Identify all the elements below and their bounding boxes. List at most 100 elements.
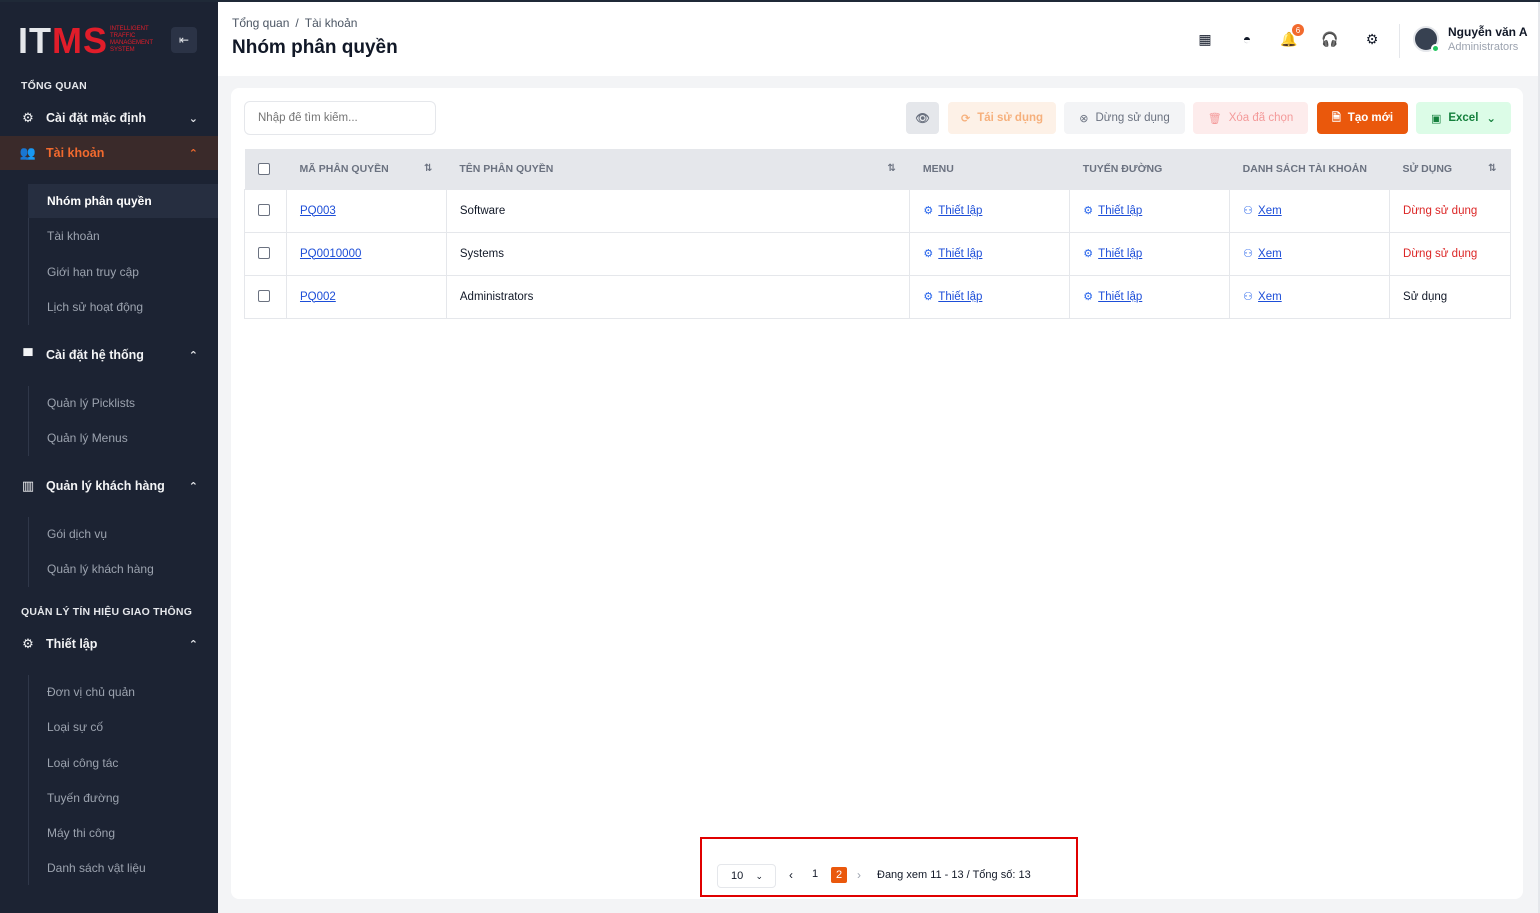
content-card: 👁 ⟳ Tái sử dụng ⊗ Dừng sử dụng 🗑 Xóa đã chọ… [231, 88, 1523, 899]
column-header-menu: MENU [910, 149, 1070, 189]
sidebar-subitem-incident-types[interactable]: Loại sự cố [28, 710, 218, 744]
top-header: Tổng quan / Tài khoản Nhóm phân quyền ▦ ◓ … [218, 2, 1538, 76]
sidebar-subitem-activity-history[interactable]: Lịch sử hoạt động [28, 290, 218, 324]
stop-using-button-label: Dừng sử dụng [1095, 112, 1170, 124]
chevron-up-icon: ⌃ [188, 349, 198, 362]
building-icon: ▥ [21, 478, 35, 493]
excel-icon: ▣ [1430, 112, 1442, 125]
status-text: Dừng sử dụng [1403, 204, 1478, 217]
sidebar-subitem-construction-machines[interactable]: Máy thi công [28, 816, 218, 850]
sidebar-item-label: Thiết lập [46, 637, 98, 651]
route-cell: ⚙ Thiết lập [1069, 189, 1231, 232]
pagination-info: Đang xem 11 - 13 / Tổng số: 13 [877, 869, 1031, 881]
column-header-accounts: DANH SÁCH TÀI KHOẢN [1230, 149, 1390, 189]
permission-code-link[interactable]: PQ002 [300, 291, 336, 303]
view-accounts-link[interactable]: Xem [1258, 248, 1282, 260]
row-checkbox[interactable] [258, 204, 270, 217]
view-accounts-link[interactable]: Xem [1258, 205, 1282, 217]
breadcrumb-item-accounts[interactable]: Tài khoản [305, 16, 358, 30]
sidebar-subitem-materials[interactable]: Danh sách vật liệu [28, 851, 218, 885]
sort-icon[interactable]: ⇅ [888, 163, 896, 174]
permission-groups-table: MÃ PHÂN QUYỀN ⇅ TÊN PHÂN QUYỀN ⇅ MENU TUYẾ… [244, 149, 1511, 319]
status-text: Sử dụng [1403, 290, 1448, 303]
dashboard-gauge-icon[interactable]: ◓ [1238, 30, 1256, 48]
breadcrumb-item-overview[interactable]: Tổng quan [232, 16, 289, 30]
headset-icon[interactable]: 🎧 [1321, 30, 1339, 48]
circle-x-icon: ⊗ [1079, 112, 1089, 125]
user-role: Administrators [1448, 41, 1519, 53]
chevron-left-icon[interactable]: ‹ [789, 868, 793, 882]
accounts-cell: ⚇ Xem [1229, 275, 1391, 318]
sidebar-subitem-work-types[interactable]: Loại công tác [28, 746, 218, 780]
avatar[interactable] [1413, 26, 1440, 53]
reuse-button-label: Tái sử dụng [977, 112, 1044, 124]
sidebar-subitem-owner-units[interactable]: Đơn vị chủ quản [28, 675, 218, 709]
route-setup-link[interactable]: Thiết lập [1098, 291, 1142, 303]
grid-apps-icon[interactable]: ▦ [1196, 30, 1214, 48]
route-setup-link[interactable]: Thiết lập [1098, 205, 1142, 217]
row-checkbox[interactable] [258, 247, 270, 260]
menu-setup-link[interactable]: Thiết lập [938, 291, 982, 303]
code-cell: PQ0010000 [286, 232, 447, 275]
sidebar-subitem-access-limits[interactable]: Giới hạn truy cập [28, 255, 218, 289]
sidebar: ITMS INTELLIGENT TRAFFIC MANAGEMENT SYST… [0, 2, 218, 913]
code-cell: PQ002 [286, 275, 447, 318]
sidebar-item-label: Tài khoản [46, 146, 105, 160]
excel-export-button[interactable]: ▣ Excel ⌄ [1416, 102, 1511, 134]
page-button-1[interactable]: 1 [812, 868, 818, 880]
reuse-button[interactable]: ⟳ Tái sử dụng [948, 102, 1056, 134]
permission-code-link[interactable]: PQ0010000 [300, 248, 361, 260]
sidebar-subitem-customer-management[interactable]: Quản lý khách hàng [28, 552, 218, 586]
permission-name: Software [446, 189, 911, 232]
row-checkbox[interactable] [258, 290, 270, 303]
column-header-status[interactable]: SỬ DỤNG ⇅ [1390, 149, 1511, 189]
users-icon: ⚇ [1243, 205, 1254, 217]
online-status-dot [1431, 44, 1440, 53]
chevron-right-icon[interactable]: › [857, 868, 861, 882]
refresh-icon: ⟳ [960, 112, 971, 125]
sidebar-subitem-service-packages[interactable]: Gói dịch vụ [28, 517, 218, 551]
delete-selected-button[interactable]: 🗑 Xóa đã chọn [1193, 102, 1308, 134]
toggle-columns-button[interactable]: 👁 [906, 102, 939, 134]
sidebar-subitem-menus[interactable]: Quản lý Menus [28, 421, 218, 455]
sidebar-subitem-permission-groups[interactable]: Nhóm phân quyền [28, 184, 218, 218]
sidebar-item-label: Cài đặt hệ thống [46, 348, 144, 362]
breadcrumb-separator: / [295, 16, 299, 30]
menu-setup-link[interactable]: Thiết lập [938, 248, 982, 260]
column-header-name[interactable]: TÊN PHÂN QUYỀN ⇅ [446, 149, 910, 189]
bell-icon[interactable]: 🔔 6 [1280, 24, 1304, 48]
sort-icon[interactable]: ⇅ [1488, 163, 1496, 174]
permission-code-link[interactable]: PQ003 [300, 205, 336, 217]
user-name[interactable]: Nguyễn văn A [1448, 25, 1528, 39]
settings-icon: ⚙ [923, 205, 934, 217]
column-header-code[interactable]: MÃ PHÂN QUYỀN ⇅ [286, 149, 446, 189]
sidebar-item-accounts[interactable]: 👥 Tài khoản ⌃ [0, 136, 218, 170]
page-size-select[interactable]: 10 ⌄ [717, 864, 776, 888]
sidebar-item-label: Quản lý khách hàng [46, 479, 165, 493]
page-button-current[interactable]: 2 [831, 867, 847, 883]
gear-icon[interactable]: ⚙ [1363, 30, 1381, 48]
sidebar-subitem-accounts[interactable]: Tài khoản [28, 219, 218, 253]
column-header-label: TÊN PHÂN QUYỀN [459, 162, 554, 175]
menu-setup-link[interactable]: Thiết lập [938, 205, 982, 217]
sidebar-item-default-settings[interactable]: ⚙ Cài đặt mặc định ⌄ [0, 101, 218, 135]
create-new-button[interactable]: 🗎 Tạo mới [1317, 102, 1408, 134]
row-select-cell [244, 189, 287, 232]
sidebar-item-customers[interactable]: ▥ Quản lý khách hàng ⌃ [0, 469, 218, 503]
stop-using-button[interactable]: ⊗ Dừng sử dụng [1064, 102, 1185, 134]
menu-cell: ⚙ Thiết lập [909, 189, 1071, 232]
sort-icon[interactable]: ⇅ [424, 163, 432, 174]
sidebar-item-system-settings[interactable]: ▀ Cài đặt hệ thống ⌃ [0, 338, 218, 372]
users-icon: 👥 [19, 145, 37, 160]
search-input[interactable] [244, 101, 436, 135]
route-setup-link[interactable]: Thiết lập [1098, 248, 1142, 260]
select-all-cell [245, 149, 287, 189]
sidebar-item-setup[interactable]: ⚙ Thiết lập ⌃ [0, 627, 218, 661]
accounts-cell: ⚇ Xem [1229, 189, 1391, 232]
sidebar-subitem-routes[interactable]: Tuyến đường [28, 781, 218, 815]
sidebar-subitem-picklists[interactable]: Quản lý Picklists [28, 386, 218, 420]
collapse-left-icon[interactable]: ⇤ [171, 27, 197, 53]
breadcrumb: Tổng quan / Tài khoản [232, 16, 357, 30]
select-all-checkbox[interactable] [257, 162, 270, 175]
view-accounts-link[interactable]: Xem [1258, 291, 1282, 303]
